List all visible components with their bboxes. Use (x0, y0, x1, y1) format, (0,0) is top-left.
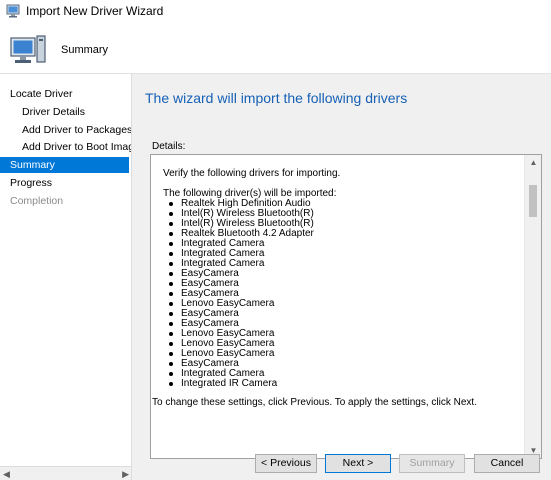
bullet-icon (169, 362, 173, 366)
bullet-icon (169, 322, 173, 326)
bullet-icon (169, 232, 173, 236)
bullet-icon (169, 332, 173, 336)
driver-list-item: Integrated IR Camera (163, 379, 523, 389)
previous-button[interactable]: < Previous (255, 454, 317, 473)
bullet-icon (169, 282, 173, 286)
sidebar-item-add-driver-to-packages[interactable]: Add Driver to Packages (0, 122, 131, 138)
footer-note: To change these settings, click Previous… (152, 397, 477, 408)
content-heading: The wizard will import the following dri… (145, 90, 408, 106)
sidebar-item-progress[interactable]: Progress (0, 175, 129, 191)
bullet-icon (169, 202, 173, 206)
scroll-right-arrow-icon[interactable]: ▶ (122, 467, 129, 480)
summary-button: Summary (399, 454, 465, 473)
scrollbar-thumb[interactable] (529, 185, 537, 217)
sidebar-item-driver-details[interactable]: Driver Details (0, 104, 129, 120)
bullet-icon (169, 352, 173, 356)
details-content: Verify the following drivers for importi… (163, 169, 523, 389)
bullet-icon (169, 342, 173, 346)
window-title: Import New Driver Wizard (26, 4, 164, 18)
details-vertical-scrollbar[interactable]: ▲ ▼ (524, 155, 541, 458)
page-title: Summary (61, 44, 109, 56)
bullet-icon (169, 222, 173, 226)
details-label: Details: (152, 141, 186, 152)
sidebar-item-completion: Completion (10, 195, 64, 207)
wizard-steps-sidebar: Locate Driver Driver Details Add Driver … (0, 74, 132, 480)
bullet-icon (169, 382, 173, 386)
bullet-icon (169, 212, 173, 216)
computer-icon (10, 35, 46, 63)
sidebar-item-locate-driver[interactable]: Locate Driver (0, 86, 129, 102)
cancel-button[interactable]: Cancel (474, 454, 540, 473)
title-bar: Import New Driver Wizard (0, 0, 551, 22)
verify-text: Verify the following drivers for importi… (163, 168, 341, 179)
driver-name: Integrated IR Camera (181, 378, 278, 389)
bullet-icon (169, 242, 173, 246)
details-text-box[interactable]: Verify the following drivers for importi… (150, 154, 542, 459)
driver-list: Realtek High Definition Audio Intel(R) Wi… (163, 199, 523, 389)
scroll-up-arrow-icon[interactable]: ▲ (525, 158, 541, 167)
scroll-left-arrow-icon[interactable]: ◀ (3, 467, 10, 480)
next-button[interactable]: Next > (325, 454, 391, 473)
sidebar-item-summary[interactable]: Summary (0, 157, 129, 173)
sidebar-horizontal-scrollbar[interactable]: ◀ ▶ (0, 466, 131, 480)
bullet-icon (169, 292, 173, 296)
wizard-content: The wizard will import the following dri… (133, 74, 551, 459)
wizard-header: Summary (0, 22, 551, 74)
wizard-app-icon (6, 4, 20, 18)
bullet-icon (169, 372, 173, 376)
bullet-icon (169, 302, 173, 306)
sidebar-item-add-driver-to-boot-image[interactable]: Add Driver to Boot Image (0, 139, 131, 155)
bullet-icon (169, 272, 173, 276)
bullet-icon (169, 252, 173, 256)
bullet-icon (169, 262, 173, 266)
bullet-icon (169, 312, 173, 316)
